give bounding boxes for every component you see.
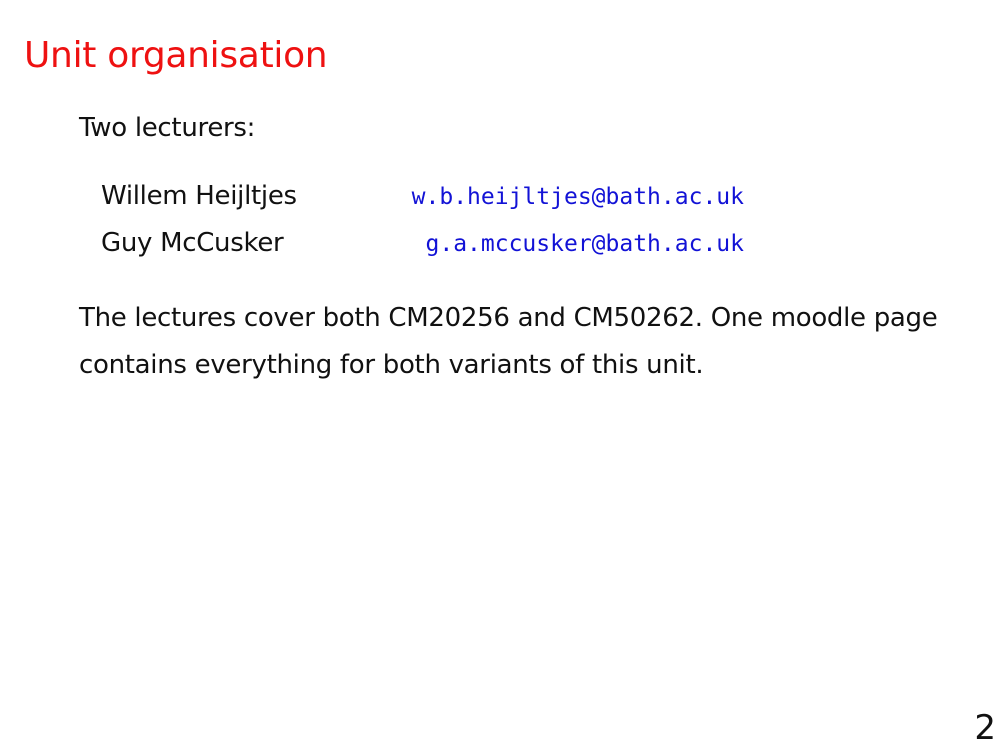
lecturer-row: Willem Heijltjes w.b.heijltjes@bath.ac.u… (101, 176, 761, 216)
lecturer-email: w.b.heijltjes@bath.ac.uk (411, 184, 744, 210)
lecturer-email: g.a.mccusker@bath.ac.uk (425, 231, 745, 257)
unit-description-line: The lectures cover both CM20256 and CM50… (79, 303, 938, 333)
lecturer-name: Guy McCusker (101, 228, 284, 258)
page-number: 2 (974, 708, 996, 748)
lecturer-row: Guy McCusker g.a.mccusker@bath.ac.uk (101, 223, 761, 263)
slide-title: Unit organisation (24, 35, 328, 76)
unit-description: The lectures cover both CM20256 and CM50… (79, 295, 959, 389)
lecturers-intro: Two lecturers: (79, 113, 256, 143)
unit-description-line: contains everything for both variants of… (79, 350, 704, 380)
lecturer-name: Willem Heijltjes (101, 181, 297, 211)
